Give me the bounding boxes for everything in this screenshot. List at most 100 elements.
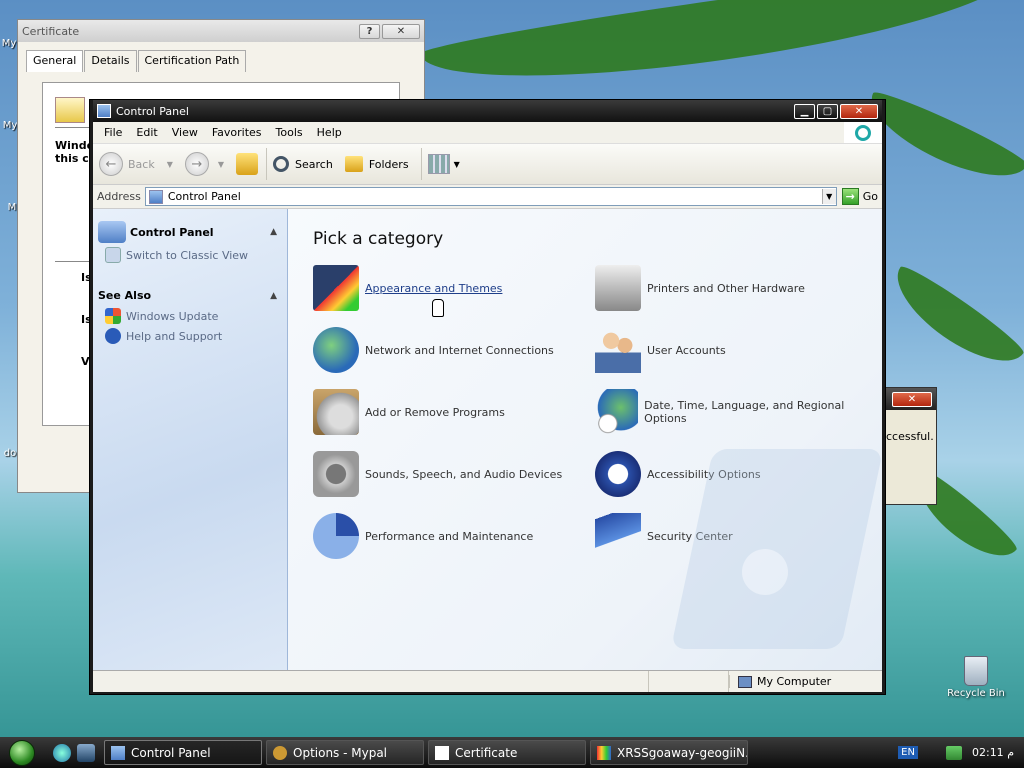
windows-update-link[interactable]: Windows Update [93,302,287,324]
network-tray-icon[interactable] [945,745,962,760]
folders-icon [344,156,363,172]
mouse-cursor-icon [432,299,444,317]
certificate-titlebar[interactable]: Certificate ? ✕ [18,20,424,42]
clock[interactable]: 02:11 م [972,746,1014,759]
show-desktop-icon[interactable] [77,743,95,762]
status-cell [649,671,729,692]
control-panel-icon [111,745,125,760]
forward-arrow-icon: → [184,152,209,176]
user-accounts-icon [595,327,641,373]
task-sidebar: Control Panel ▲ Switch to Classic View S… [93,209,288,670]
palm-leaf [418,0,1022,102]
keypad-watermark [670,439,882,659]
category-appearance[interactable]: Appearance and Themes [313,265,595,311]
status-cell [93,671,649,692]
help-support-link[interactable]: Help and Support [93,324,287,344]
address-bar: Address Control Panel ▼ → Go [93,185,882,209]
menu-tools[interactable]: Tools [269,126,310,139]
menu-favorites[interactable]: Favorites [205,126,269,139]
close-button[interactable]: ✕ [892,391,932,407]
windows-logo-icon [844,122,882,143]
category-printers[interactable]: Printers and Other Hardware [595,265,875,311]
control-panel-icon [97,104,111,118]
windows-update-label: Windows Update [126,309,219,323]
security-flag-icon [595,513,641,559]
chevron-down-icon[interactable]: ▼ [821,189,836,204]
menu-file[interactable]: File [97,126,129,139]
date-time-globe-icon [595,389,639,435]
tab-details[interactable]: Details [84,50,137,72]
windows-orb-icon [9,739,35,766]
see-also-section[interactable]: See Also ▲ [93,289,287,302]
xrss-icon [597,745,611,760]
collapse-icon[interactable]: ▲ [270,291,277,301]
language-indicator[interactable]: EN [898,746,918,759]
control-panel-section[interactable]: Control Panel ▲ [93,221,287,243]
forward-button[interactable]: → ▼ [184,152,224,176]
internet-explorer-icon[interactable] [53,743,71,762]
close-button[interactable]: ✕ [840,103,878,119]
taskbar-item-certificate[interactable]: Certificate [428,740,586,765]
taskbar-item-mypal[interactable]: Options - Mypal [266,740,424,765]
folders-button[interactable]: Folders [344,156,409,172]
back-button[interactable]: ← Back ▼ [99,152,173,176]
category-user-accounts[interactable]: User Accounts [595,327,875,373]
certificate-title: Certificate [22,24,80,38]
certificate-warning-icon [55,97,85,123]
address-value: Control Panel [167,190,241,203]
minimize-button[interactable]: ▁ [794,103,815,119]
category-date-time[interactable]: Date, Time, Language, and Regional Optio… [595,389,875,435]
control-panel-body: Control Panel ▲ Switch to Classic View S… [93,209,882,670]
taskbar-item-control-panel[interactable]: Control Panel [104,740,262,765]
control-panel-titlebar[interactable]: Control Panel ▁ ▢ ✕ [93,100,882,122]
classic-view-icon [105,247,121,263]
window-title: Control Panel [116,104,189,118]
collapse-icon[interactable]: ▲ [270,227,277,237]
control-panel-icon [98,221,126,243]
status-bar: My Computer [93,670,882,692]
address-label: Address [97,190,141,203]
control-panel-icon [148,189,163,204]
system-tray: EN 02:11 م [888,737,1024,768]
close-button[interactable]: ✕ [382,23,420,39]
views-icon [427,154,450,174]
recycle-bin-label: Recycle Bin [947,688,1005,699]
tab-certification-path[interactable]: Certification Path [137,50,247,72]
views-button[interactable]: ▼ [427,154,460,174]
desktop-icon-label[interactable]: do [2,448,18,459]
desktop-icon-label[interactable]: My [2,120,18,131]
status-location: My Computer [729,675,869,688]
chevron-down-icon: ▼ [166,159,173,169]
chevron-down-icon: ▼ [453,159,460,169]
category-performance[interactable]: Performance and Maintenance [313,513,595,559]
taskbar-item-xrss[interactable]: XRSSgoaway-geogiiN... [590,740,748,765]
search-button[interactable]: Search [273,156,333,172]
folders-label: Folders [368,157,409,171]
toolbar-separator [420,148,422,180]
category-sounds[interactable]: Sounds, Speech, and Audio Devices [313,451,595,497]
recycle-bin[interactable]: Recycle Bin [946,656,1006,699]
category-add-remove[interactable]: Add or Remove Programs [313,389,595,435]
maximize-button[interactable]: ▢ [817,103,838,119]
up-folder-icon[interactable] [236,153,259,175]
add-remove-programs-icon [313,389,359,435]
menu-view[interactable]: View [165,126,205,139]
switch-classic-view-link[interactable]: Switch to Classic View [93,243,287,263]
back-label: Back [128,157,155,171]
category-network[interactable]: Network and Internet Connections [313,327,595,373]
quick-launch [44,743,104,762]
speaker-icon [313,451,359,497]
menu-help[interactable]: Help [310,126,349,139]
menu-edit[interactable]: Edit [129,126,164,139]
control-panel-window[interactable]: Control Panel ▁ ▢ ✕ File Edit View Favor… [89,99,886,695]
go-button[interactable]: → Go [841,188,878,205]
start-button[interactable] [0,737,44,768]
desktop-icon-label[interactable]: My [0,38,18,49]
help-button[interactable]: ? [359,23,380,39]
help-icon [105,328,121,344]
tab-general[interactable]: General [26,50,84,72]
see-also-title: See Also [98,289,152,302]
accessibility-icon [595,451,641,497]
address-input[interactable]: Control Panel ▼ [144,187,837,206]
mypal-icon [273,745,287,760]
